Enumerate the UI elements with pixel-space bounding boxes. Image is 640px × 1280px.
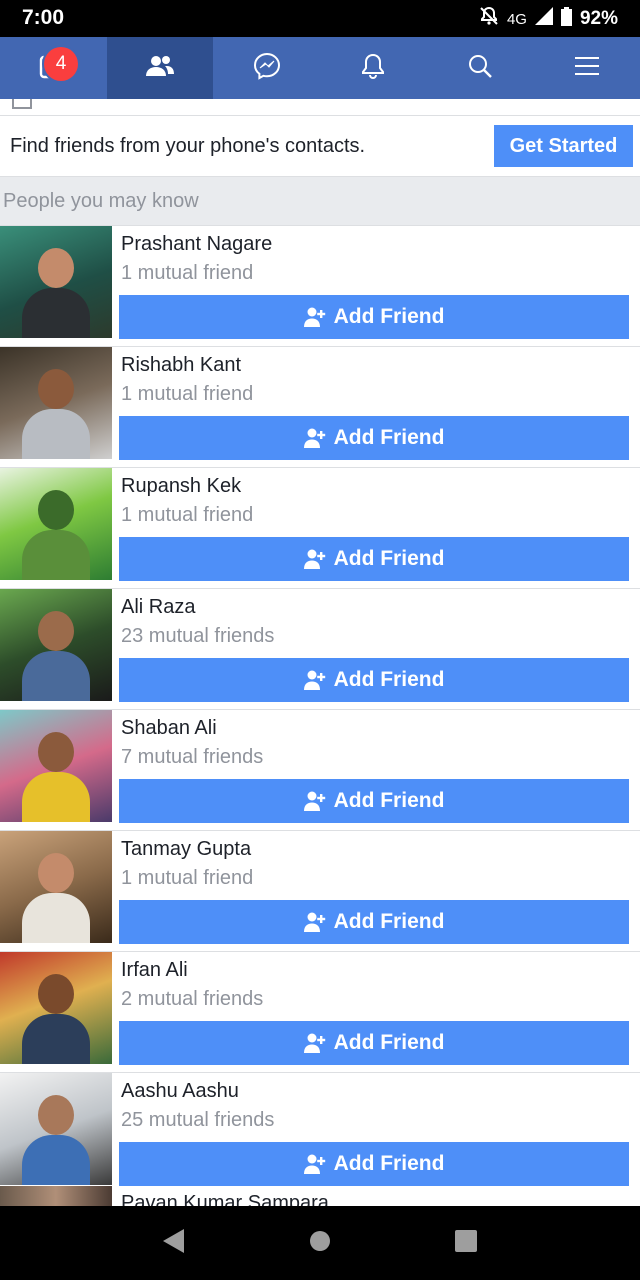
tab-menu[interactable] <box>533 37 640 99</box>
mutual-friends[interactable]: 1 mutual friend <box>121 262 253 285</box>
add-friend-label: Add Friend <box>333 910 445 933</box>
battery-icon <box>560 6 572 32</box>
list-item: Tanmay Gupta 1 mutual friend Add Friend <box>0 831 640 952</box>
hamburger-icon <box>574 55 600 82</box>
avatar[interactable] <box>0 468 112 580</box>
list-item: Irfan Ali 2 mutual friends Add Friend <box>0 952 640 1073</box>
person-name[interactable]: Prashant Nagare <box>121 233 272 256</box>
add-friend-button[interactable]: Add Friend <box>119 1021 629 1065</box>
mutual-friends[interactable]: 23 mutual friends <box>121 625 274 648</box>
avatar[interactable] <box>0 952 112 1064</box>
add-friend-label: Add Friend <box>333 426 445 449</box>
people-list: Prashant Nagare 1 mutual friend Add Frie… <box>0 226 640 1194</box>
status-time: 7:00 <box>22 6 65 29</box>
recents-icon[interactable] <box>454 1229 478 1258</box>
avatar[interactable] <box>0 347 112 459</box>
tab-notifications[interactable] <box>320 37 427 99</box>
tab-search[interactable] <box>427 37 534 99</box>
list-item: Aashu Aashu 25 mutual friends Add Friend <box>0 1073 640 1194</box>
list-item-partial: Pavan Kumar Sampara <box>0 1186 640 1206</box>
add-friend-icon <box>303 549 326 569</box>
add-friend-label: Add Friend <box>333 1152 445 1175</box>
home-icon[interactable] <box>309 1230 331 1257</box>
person-name[interactable]: Tanmay Gupta <box>121 838 251 861</box>
add-friend-button[interactable]: Add Friend <box>119 1142 629 1186</box>
messenger-icon <box>253 52 281 85</box>
signal-icon <box>534 7 553 31</box>
add-friend-button[interactable]: Add Friend <box>119 416 629 460</box>
avatar[interactable] <box>0 226 112 338</box>
contacts-prompt-text: Find friends from your phone's contacts. <box>10 135 366 157</box>
person-name[interactable]: Aashu Aashu <box>121 1080 239 1103</box>
status-bar: 7:00 4G 92% <box>0 0 640 37</box>
add-friend-label: Add Friend <box>333 547 445 570</box>
person-name[interactable]: Rishabh Kant <box>121 354 241 377</box>
back-icon[interactable] <box>162 1228 186 1259</box>
person-name[interactable]: Shaban Ali <box>121 717 217 740</box>
tab-messenger[interactable] <box>213 37 320 99</box>
add-friend-button[interactable]: Add Friend <box>119 900 629 944</box>
add-friend-label: Add Friend <box>333 789 445 812</box>
import-contacts-strip <box>0 99 640 116</box>
contacts-prompt: Find friends from your phone's contacts.… <box>0 116 640 177</box>
bell-icon <box>360 52 386 85</box>
person-name[interactable]: Pavan Kumar Sampara <box>121 1192 329 1206</box>
battery-level: 92% <box>579 8 618 29</box>
mutual-friends[interactable]: 1 mutual friend <box>121 504 253 527</box>
person-name[interactable]: Rupansh Kek <box>121 475 241 498</box>
tab-friends[interactable] <box>106 37 214 99</box>
add-friend-icon <box>303 1033 326 1053</box>
avatar[interactable] <box>0 831 112 943</box>
friends-icon <box>145 54 175 83</box>
list-item: Rishabh Kant 1 mutual friend Add Friend <box>0 347 640 468</box>
add-friend-icon <box>303 428 326 448</box>
status-icons: 4G 92% <box>479 6 618 32</box>
mutual-friends[interactable]: 7 mutual friends <box>121 746 263 769</box>
network-type: 4G <box>506 10 527 28</box>
add-friend-icon <box>303 670 326 690</box>
add-friend-label: Add Friend <box>333 1031 445 1054</box>
add-friend-button[interactable]: Add Friend <box>119 779 629 823</box>
add-friend-button[interactable]: Add Friend <box>119 295 629 339</box>
notifications-off-icon <box>479 6 499 32</box>
search-icon <box>467 53 493 84</box>
list-item: Ali Raza 23 mutual friends Add Friend <box>0 589 640 710</box>
mutual-friends[interactable]: 2 mutual friends <box>121 988 263 1011</box>
add-friend-label: Add Friend <box>333 305 445 328</box>
system-nav-bar <box>0 1206 640 1280</box>
add-friend-button[interactable]: Add Friend <box>119 537 629 581</box>
mutual-friends[interactable]: 1 mutual friend <box>121 383 253 406</box>
avatar[interactable] <box>0 589 112 701</box>
person-name[interactable]: Ali Raza <box>121 596 195 619</box>
mutual-friends[interactable]: 1 mutual friend <box>121 867 253 890</box>
add-friend-icon <box>303 791 326 811</box>
person-name[interactable]: Irfan Ali <box>121 959 188 982</box>
tab-news-feed[interactable]: 4 <box>0 37 107 99</box>
add-friend-icon <box>303 1154 326 1174</box>
top-nav-bar: 4 <box>0 37 640 99</box>
import-icon <box>12 99 32 109</box>
list-item: Rupansh Kek 1 mutual friend Add Friend <box>0 468 640 589</box>
avatar[interactable] <box>0 710 112 822</box>
add-friend-icon <box>303 307 326 327</box>
list-item: Shaban Ali 7 mutual friends Add Friend <box>0 710 640 831</box>
mutual-friends[interactable]: 25 mutual friends <box>121 1109 274 1132</box>
avatar[interactable] <box>0 1073 112 1185</box>
notification-badge: 4 <box>44 47 78 81</box>
section-header: People you may know <box>0 177 640 226</box>
avatar[interactable] <box>0 1186 112 1206</box>
list-item: Prashant Nagare 1 mutual friend Add Frie… <box>0 226 640 347</box>
add-friend-button[interactable]: Add Friend <box>119 658 629 702</box>
add-friend-icon <box>303 912 326 932</box>
get-started-button[interactable]: Get Started <box>494 125 633 167</box>
section-title: People you may know <box>3 190 199 212</box>
add-friend-label: Add Friend <box>333 668 445 691</box>
